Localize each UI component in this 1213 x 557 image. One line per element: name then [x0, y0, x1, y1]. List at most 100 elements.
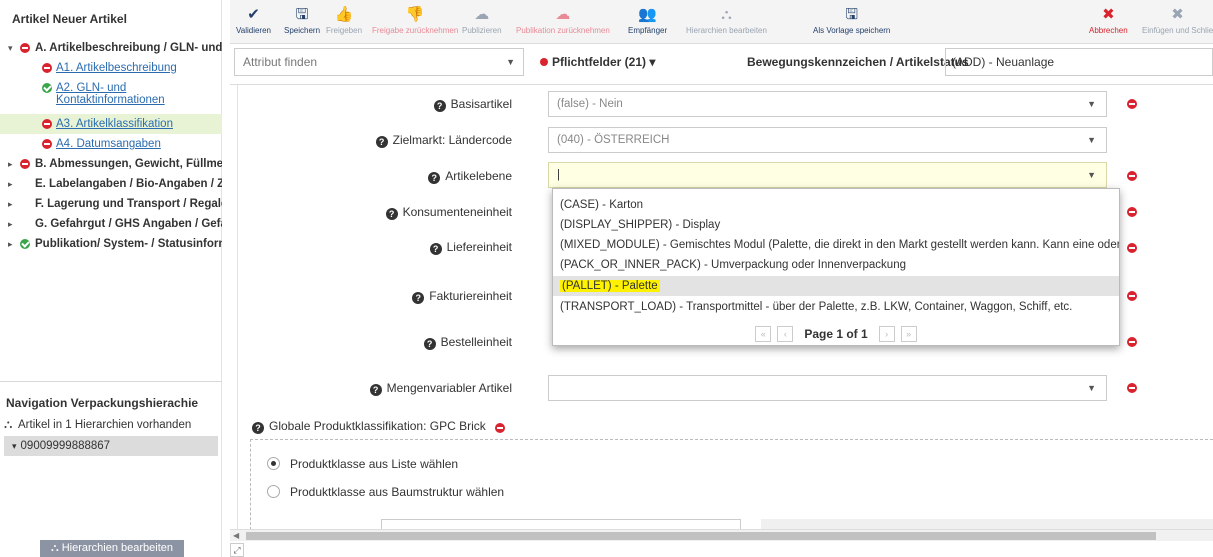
close-icon: ✖ — [1171, 6, 1184, 23]
chevron-right-icon[interactable]: ▸ — [8, 234, 18, 254]
tree-item-f[interactable]: ▸ F. Lagerung und Transport / Regaleir — [0, 194, 222, 214]
remove-icon[interactable] — [1127, 383, 1137, 393]
remove-icon[interactable] — [1127, 171, 1137, 181]
tree-item-publikation[interactable]: ▸ Publikation/ System- / Statusinforma — [0, 234, 222, 254]
last-page-icon[interactable]: » — [900, 326, 917, 342]
help-icon[interactable]: ? — [412, 292, 425, 304]
freigabe-zuruecknehmen-button[interactable]: 👎 Freigabe zurücknehmen — [372, 6, 458, 35]
mengenvariabler-select[interactable]: ▼ — [548, 375, 1107, 401]
nav-hierarchy-info: ⛬ Artikel in 1 Hierarchien vorhanden — [4, 417, 191, 432]
basisartikel-label: Basisartikel — [450, 97, 512, 111]
als-vorlage-speichern-button[interactable]: 🖫 Als Vorlage speichern — [813, 6, 890, 35]
app-window: Artikel Neuer Artikel ▾ A. Artikelbeschr… — [0, 0, 1213, 557]
error-status-icon — [42, 119, 52, 129]
tree-item-a2-line2[interactable]: Kontaktinformationen — [56, 94, 165, 106]
tree-item-a1[interactable]: A1. Artikelbeschreibung — [0, 58, 222, 78]
chevron-down-icon[interactable]: ▼ — [1087, 92, 1096, 116]
tree-item-a2[interactable]: A2. GLN- und Kontaktinformationen — [0, 78, 222, 114]
artikelebene-select[interactable]: | ▼ — [548, 162, 1107, 188]
chevron-down-icon[interactable]: ▼ — [1087, 163, 1096, 187]
attribut-finden-input[interactable]: Attribut finden ▼ — [234, 48, 524, 76]
chevron-right-icon[interactable]: ▸ — [8, 214, 18, 234]
expand-icon[interactable]: ⤢ — [230, 543, 244, 557]
chevron-down-icon[interactable]: ▼ — [506, 49, 515, 75]
chevron-down-icon[interactable]: ▼ — [1087, 376, 1096, 400]
empfaenger-button[interactable]: 👥 Empfänger — [628, 6, 667, 35]
remove-icon[interactable] — [1127, 337, 1137, 347]
tree-item-a3[interactable]: A3. Artikelklassifikation — [0, 114, 222, 134]
next-page-icon[interactable]: › — [878, 326, 895, 342]
abbrechen-button[interactable]: ✖ Abbrechen — [1089, 6, 1128, 35]
hierarchien-bearbeiten-button[interactable]: ⛬ Hierarchien bearbeiten — [40, 540, 184, 557]
checkmark-icon: ✔ — [247, 6, 260, 23]
cloud-upload-icon: ☁ — [474, 6, 490, 23]
hierarchy-item[interactable]: ▾ 09009999888867 — [4, 436, 218, 456]
remove-icon[interactable] — [1127, 99, 1137, 109]
publikation-zuruecknehmen-button[interactable]: ☁ Publikation zurücknehmen — [516, 6, 610, 35]
remove-icon[interactable] — [1127, 291, 1137, 301]
tree-item-a[interactable]: ▾ A. Artikelbeschreibung / GLN- und K — [0, 38, 222, 58]
scroll-left-icon[interactable]: ◀ — [233, 530, 239, 542]
dropdown-option[interactable]: (CASE) - Karton — [553, 195, 1119, 215]
vertical-scrollbar[interactable] — [230, 85, 238, 530]
konsumenteneinheit-label: Konsumenteneinheit — [402, 205, 512, 219]
help-icon[interactable]: ? — [429, 243, 442, 255]
pflichtfelder-toggle[interactable]: Pflichtfelder (21) ▾ — [540, 55, 655, 69]
chevron-right-icon[interactable]: ▸ — [8, 194, 18, 214]
gpc-section: Produktklasse aus Liste wählen Produktkl… — [250, 439, 1213, 533]
tree-item-b[interactable]: ▸ B. Abmessungen, Gewicht, Füllmeng — [0, 154, 222, 174]
chevron-right-icon[interactable]: ▸ — [8, 174, 18, 194]
dropdown-option[interactable]: (TRANSPORT_LOAD) - Transportmittel - übe… — [553, 297, 1119, 317]
remove-icon[interactable] — [1127, 243, 1137, 253]
hierarchien-bearbeiten-toolbar-button[interactable]: ⛬ Hierarchien bearbeiten — [686, 6, 767, 35]
tree-item-g[interactable]: ▸ G. Gefahrgut / GHS Angaben / Gefah — [0, 214, 222, 234]
zielmarkt-select[interactable]: (040) - ÖSTERREICH ▼ — [548, 127, 1107, 153]
help-icon[interactable]: ? — [423, 338, 436, 350]
dropdown-option-pallet[interactable]: (PALLET) - Palette — [560, 280, 660, 292]
first-page-icon[interactable]: « — [755, 326, 772, 342]
dropdown-option[interactable]: (MIXED_MODULE) - Gemischtes Modul (Palet… — [553, 235, 1119, 255]
radio-baum-label[interactable]: Produktklasse aus Baumstruktur wählen — [290, 485, 504, 499]
dropdown-option[interactable]: (DISPLAY_SHIPPER) - Display — [553, 215, 1119, 235]
help-icon[interactable]: ? — [369, 384, 382, 396]
einfuegen-button[interactable]: ✖ Einfügen und Schlie — [1142, 6, 1213, 35]
help-icon[interactable]: ? — [252, 422, 264, 434]
freigeben-button[interactable]: 👍 Freigeben — [326, 6, 362, 35]
dropdown-option[interactable]: (PACK_OR_INNER_PACK) - Umverpackung oder… — [553, 255, 1119, 275]
remove-icon[interactable] — [495, 423, 505, 433]
liefereinheit-label: Liefereinheit — [446, 240, 512, 254]
error-status-icon — [42, 139, 52, 149]
validieren-button[interactable]: ✔ Validieren — [236, 6, 271, 35]
toolbar: ✔ Validieren 🖫 Speichern 👍 Freigeben 👎 F… — [230, 0, 1213, 44]
scrollbar-thumb[interactable] — [246, 532, 1156, 540]
hierarchy-item-gtin[interactable]: 09009999888867 — [21, 440, 111, 452]
publizieren-button[interactable]: ☁ Publizieren — [462, 6, 502, 35]
help-icon[interactable]: ? — [433, 100, 446, 112]
radio-liste-label[interactable]: Produktklasse aus Liste wählen — [290, 457, 458, 471]
dropdown-option-highlighted[interactable]: (PALLET) - Palette — [553, 276, 1119, 296]
zielmarkt-label: Zielmarkt: Ländercode — [392, 133, 512, 147]
tree-item-a2-line1[interactable]: A2. GLN- und — [56, 82, 126, 94]
help-icon[interactable]: ? — [375, 136, 388, 148]
remove-icon[interactable] — [1127, 207, 1137, 217]
radio-liste[interactable] — [267, 457, 280, 470]
radio-baum-row[interactable]: Produktklasse aus Baumstruktur wählen — [267, 485, 504, 499]
page-indicator: Page 1 of 1 — [804, 327, 868, 341]
help-icon[interactable]: ? — [385, 208, 398, 220]
radio-liste-row[interactable]: Produktklasse aus Liste wählen — [267, 457, 458, 471]
help-icon[interactable]: ? — [428, 172, 441, 184]
prev-page-icon[interactable]: ‹ — [777, 326, 794, 342]
chevron-down-icon[interactable]: ▾ — [8, 38, 18, 58]
section-tree: ▾ A. Artikelbeschreibung / GLN- und K A1… — [0, 38, 222, 254]
radio-baum[interactable] — [267, 485, 280, 498]
speichern-button[interactable]: 🖫 Speichern — [284, 6, 320, 35]
nav-title: Navigation Verpackungshierachie — [6, 396, 199, 410]
basisartikel-select[interactable]: (false) - Nein ▼ — [548, 91, 1107, 117]
chevron-right-icon[interactable]: ▸ — [8, 154, 18, 174]
fakturiereinheit-label: Fakturiereinheit — [429, 289, 512, 303]
chevron-down-icon[interactable]: ▼ — [1087, 128, 1096, 152]
chevron-down-icon[interactable]: ▾ — [12, 441, 17, 451]
horizontal-scrollbar[interactable]: ◀ — [230, 529, 1213, 541]
tree-item-a4[interactable]: A4. Datumsangaben — [0, 134, 222, 154]
tree-item-e[interactable]: ▸ E. Labelangaben / Bio-Angaben / Zie — [0, 174, 222, 194]
